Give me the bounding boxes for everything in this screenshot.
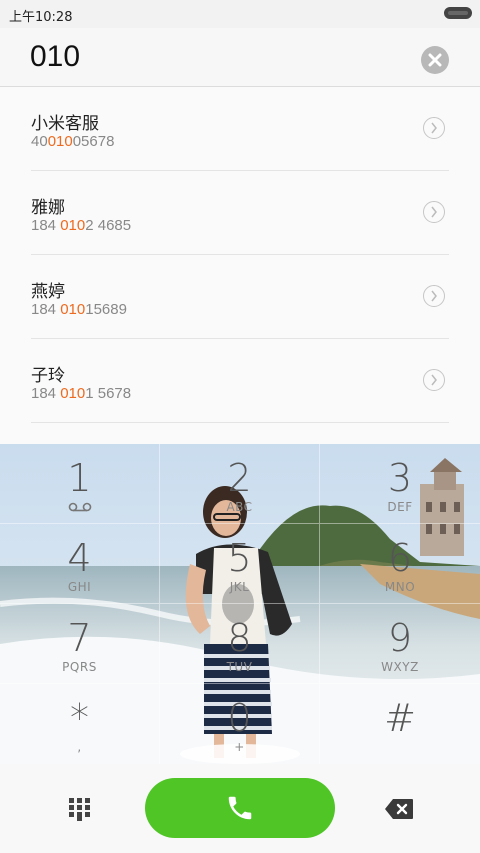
contact-phone: 184 0101 5678 xyxy=(31,385,132,402)
key-7[interactable]: 7 PQRS xyxy=(0,604,160,684)
clear-icon xyxy=(428,53,442,67)
key-2[interactable]: 2 ABC xyxy=(160,444,320,524)
dialed-number[interactable]: 010 xyxy=(30,40,80,74)
contact-row[interactable]: 燕婷 184 01015689 xyxy=(31,255,449,339)
key-letters: GHI xyxy=(67,580,92,594)
details-button[interactable] xyxy=(423,201,445,223)
dialpad-icon[interactable] xyxy=(68,797,92,821)
key-digit: * xyxy=(70,696,89,740)
key-letters: WXYZ xyxy=(381,660,419,674)
details-button[interactable] xyxy=(423,285,445,307)
match-highlight: 010 xyxy=(60,217,86,234)
key-letters: ABC xyxy=(226,500,253,514)
key-letters: JKL xyxy=(229,580,250,594)
key-digit: 2 xyxy=(227,456,252,500)
contact-row[interactable]: 雅娜 184 0102 4685 xyxy=(31,171,449,255)
match-highlight: 010 xyxy=(60,301,86,318)
key-letters: + xyxy=(234,740,245,754)
key-digit: 6 xyxy=(387,536,413,580)
key-digit: 0 xyxy=(227,696,252,740)
key-digit: 7 xyxy=(67,616,92,660)
contact-row[interactable]: 子玲 184 0101 5678 xyxy=(31,339,449,423)
phone-icon xyxy=(228,796,252,820)
key-letters: MNO xyxy=(384,580,416,594)
key-star[interactable]: * , xyxy=(0,684,160,764)
key-letters: PQRS xyxy=(62,660,97,674)
dial-keypad: 1 2 ABC 3 DEF 4 GHI 5 JKL 6 MNO 7 PQRS 8 xyxy=(0,444,480,764)
key-letters: , xyxy=(77,740,82,754)
key-8[interactable]: 8 TUV xyxy=(160,604,320,684)
key-digit: 1 xyxy=(67,456,92,500)
key-digit: 5 xyxy=(227,536,252,580)
key-5[interactable]: 5 JKL xyxy=(160,524,320,604)
contact-name: 小米客服 xyxy=(31,114,99,134)
key-digit: # xyxy=(384,696,416,740)
keypad-grid: 1 2 ABC 3 DEF 4 GHI 5 JKL 6 MNO 7 PQRS 8 xyxy=(0,444,480,764)
contact-phone: 184 0102 4685 xyxy=(31,217,132,234)
status-time: 上午10:28 xyxy=(9,10,73,25)
key-1[interactable]: 1 xyxy=(0,444,160,524)
key-digit: 8 xyxy=(227,616,252,660)
key-letters: DEF xyxy=(387,500,413,514)
key-4[interactable]: 4 GHI xyxy=(0,524,160,604)
call-button[interactable] xyxy=(145,778,335,838)
contact-name: 子玲 xyxy=(31,366,65,386)
contact-results: 小米客服 4001005678 雅娜 184 0102 4685 燕婷 184 … xyxy=(0,87,480,443)
key-digit: 9 xyxy=(387,616,413,660)
details-button[interactable] xyxy=(423,369,445,391)
key-hash[interactable]: # xyxy=(320,684,480,764)
key-digit: 3 xyxy=(387,456,413,500)
voicemail-icon xyxy=(68,502,92,512)
chevron-right-icon xyxy=(431,290,437,302)
battery-icon xyxy=(444,7,472,19)
contact-name: 雅娜 xyxy=(31,198,65,218)
match-highlight: 010 xyxy=(47,133,73,150)
key-6[interactable]: 6 MNO xyxy=(320,524,480,604)
bottom-action-bar xyxy=(0,764,480,853)
contact-row[interactable]: 小米客服 4001005678 xyxy=(31,87,449,171)
contact-name: 燕婷 xyxy=(31,282,65,302)
chevron-right-icon xyxy=(431,122,437,134)
dial-input-bar: 010 xyxy=(0,28,480,87)
status-bar: 上午10:28 xyxy=(0,0,480,28)
key-digit: 4 xyxy=(67,536,92,580)
chevron-right-icon xyxy=(431,206,437,218)
key-3[interactable]: 3 DEF xyxy=(320,444,480,524)
contact-phone: 4001005678 xyxy=(31,133,115,150)
match-highlight: 010 xyxy=(60,385,86,402)
backspace-icon[interactable] xyxy=(384,798,414,820)
key-9[interactable]: 9 WXYZ xyxy=(320,604,480,684)
details-button[interactable] xyxy=(423,117,445,139)
key-0[interactable]: 0 + xyxy=(160,684,320,764)
chevron-right-icon xyxy=(431,374,437,386)
contact-phone: 184 01015689 xyxy=(31,301,127,318)
clear-button[interactable] xyxy=(421,46,449,74)
key-letters: TUV xyxy=(226,660,253,674)
